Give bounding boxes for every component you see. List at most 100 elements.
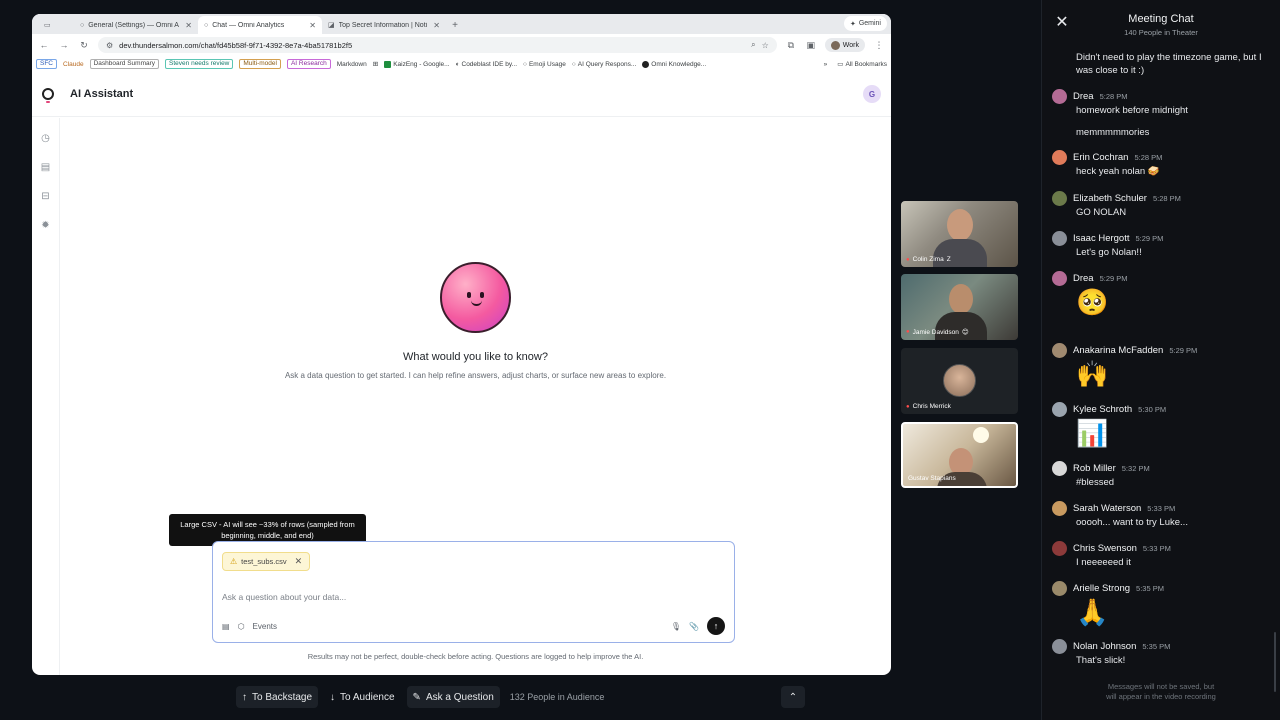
chat-message: Drea 5:28 PM homework before midnight	[1052, 88, 1270, 117]
chat-icon[interactable]: ▤	[38, 159, 54, 175]
bookmark-claude[interactable]: Claude	[63, 61, 84, 68]
question-input[interactable]	[222, 592, 722, 602]
bookmark-sfc[interactable]: SFC	[36, 59, 57, 69]
chat-message: Sarah Waterson 5:33 PM ooooh... want to t…	[1052, 500, 1270, 529]
site-info-icon[interactable]: ⚙	[106, 41, 113, 50]
ask-question-button[interactable]: ✎ Ask a Question	[406, 686, 500, 708]
profile-button[interactable]: Work	[824, 38, 865, 52]
chevron-up-icon: ⌃	[788, 691, 798, 703]
attachment-chip[interactable]: ⚠ test_subs.csv ✕	[222, 552, 311, 571]
sender-name: Erin Cochran	[1073, 151, 1129, 163]
history-icon[interactable]: ◷	[38, 130, 54, 146]
new-tab-button[interactable]: +	[446, 16, 464, 34]
hero-subtitle: Ask a data question to get started. I ca…	[284, 371, 667, 380]
more-bookmarks-button[interactable]: »	[824, 61, 828, 68]
stage-controls: ↑ To Backstage ↓ To Audience ✎ Ask a Questi…	[236, 686, 604, 708]
forward-icon[interactable]: →	[58, 40, 70, 50]
timestamp: 5:33 PM	[1147, 503, 1176, 513]
omni-logo-icon[interactable]	[42, 88, 54, 103]
message-text: Let's go Nolan!!	[1076, 247, 1142, 258]
chat-message-list[interactable]: Didn't need to play the timezone game, b…	[1042, 40, 1280, 720]
chat-scrollbar[interactable]	[1274, 632, 1276, 692]
remove-attachment-icon[interactable]: ✕	[295, 556, 303, 567]
menu-icon[interactable]: ⋮	[873, 40, 885, 51]
sender-name: Anakarina McFadden	[1073, 344, 1164, 356]
omni-icon: ○	[80, 21, 85, 29]
chat-footer-notice: Messages will not be saved, but will app…	[1042, 682, 1280, 702]
codeblast-icon: ◐	[455, 60, 460, 68]
tab-settings[interactable]: ○ General (Settings) — Omni A ✕	[74, 16, 198, 34]
video-tile[interactable]: ● Colin Zima Z	[901, 201, 1018, 267]
sender-name: Sarah Waterson	[1073, 502, 1142, 514]
close-tab-icon[interactable]: ✕	[309, 21, 316, 30]
bookmark-markdown[interactable]: Markdown	[337, 61, 367, 68]
bookmark-steven[interactable]: Steven needs review	[165, 59, 234, 69]
video-tile-active-speaker[interactable]: Gustav Stapians	[901, 422, 1018, 488]
timestamp: 5:35 PM	[1142, 641, 1171, 651]
chat-message: Erin Cochran 5:28 PM heck yeah nolan 🥪	[1052, 149, 1270, 178]
bookmarks-bar: SFC Claude Dashboard Summary Steven need…	[32, 56, 891, 72]
tab-pinned[interactable]: ▭	[38, 16, 74, 34]
avatar	[1052, 500, 1067, 516]
bookmark-omni-knowledge[interactable]: Omni Knowledge...	[642, 60, 706, 68]
message-text: GO NOLAN	[1076, 207, 1127, 218]
bookmark-emoji-usage[interactable]: ○ Emoji Usage	[523, 61, 566, 68]
close-tab-icon[interactable]: ✕	[433, 21, 440, 30]
message-text: heck yeah nolan	[1076, 166, 1146, 177]
grid-icon[interactable]: ⊞	[373, 60, 378, 68]
video-tile[interactable]: ● Chris Merrick	[901, 348, 1018, 414]
bookmark-ai-query[interactable]: ○ AI Query Respons...	[572, 61, 636, 68]
sender-name: Chris Swenson	[1073, 542, 1137, 554]
paperclip-icon[interactable]: 📎	[689, 622, 699, 631]
message-text: #blessed	[1076, 477, 1115, 488]
sidebar: ◷ ▤ ⊟ ✹	[32, 118, 60, 675]
layout-icon[interactable]: ⊟	[38, 188, 54, 204]
address-bar[interactable]: ⚙ dev.thundersalmon.com/chat/fd45b58f-9f…	[98, 37, 777, 53]
chat-title: Meeting Chat	[1128, 13, 1194, 25]
mic-muted-icon: ●	[906, 256, 910, 263]
bug-icon[interactable]: ✹	[38, 217, 54, 233]
window-icon: ▭	[44, 22, 51, 29]
timestamp: 5:29 PM	[1099, 273, 1128, 283]
sparkle-icon: ✦	[849, 20, 856, 28]
assistant-face-icon	[440, 262, 511, 333]
reload-icon[interactable]: ↻	[78, 40, 90, 51]
omni-dark-icon	[642, 60, 650, 68]
extensions-icon[interactable]: ⧉	[785, 40, 797, 51]
send-button[interactable]: ↑	[707, 617, 725, 635]
gemini-label: Gemini	[858, 20, 881, 27]
tab-chat[interactable]: ○ Chat — Omni Analytics ✕	[198, 16, 322, 34]
chat-message: memmmmmories	[1052, 126, 1270, 139]
omni-icon: ○	[204, 21, 209, 29]
gemini-button[interactable]: ✦ Gemini	[843, 16, 887, 31]
bookmark-kaizeng[interactable]: KaizEng - Google...	[384, 60, 450, 68]
topic-label[interactable]: Events	[253, 622, 277, 631]
timestamp: 5:28 PM	[1152, 193, 1181, 203]
message-emoji: 🥺	[1076, 287, 1109, 317]
to-audience-button[interactable]: ↓ To Audience	[324, 686, 401, 708]
star-icon[interactable]: ☆	[762, 41, 769, 50]
all-bookmarks-button[interactable]: ▭ All Bookmarks	[837, 60, 887, 69]
split-view-icon[interactable]: ▣	[805, 40, 817, 51]
chat-message: Nolan Johnson 5:35 PM That's slick!	[1052, 638, 1270, 667]
bookmark-dashboard-summary[interactable]: Dashboard Summary	[89, 59, 160, 69]
message-text: Didn't need to play the timezone game, b…	[1076, 52, 1262, 76]
microphone-icon[interactable]: 🎙	[671, 622, 681, 631]
bookmark-multi-model[interactable]: Multi-model	[239, 59, 281, 69]
expand-controls-button[interactable]: ⌃	[781, 686, 805, 708]
bookmark-codeblast[interactable]: ◐ Codeblast IDE by...	[456, 61, 517, 68]
bookmark-label: Emoji Usage	[528, 60, 566, 68]
context-icon[interactable]: ▤	[222, 622, 230, 631]
zoom-icon[interactable]: ⌕	[751, 40, 755, 50]
bookmark-ai-research[interactable]: AI Research	[286, 59, 331, 69]
close-tab-icon[interactable]: ✕	[185, 21, 192, 30]
user-avatar[interactable]: G	[863, 85, 881, 103]
timestamp: 5:29 PM	[1135, 233, 1164, 243]
to-backstage-button[interactable]: ↑ To Backstage	[236, 686, 319, 708]
message-emoji: 🙏	[1076, 597, 1109, 627]
tab-notion[interactable]: ◪ Top Secret Information | Noti ✕	[322, 16, 446, 34]
video-tile[interactable]: ● Jamie Davidson 😊	[901, 274, 1018, 340]
timestamp: 5:33 PM	[1142, 543, 1171, 553]
back-icon[interactable]: ←	[38, 40, 50, 50]
sender-name: Rob Miller	[1073, 462, 1116, 474]
